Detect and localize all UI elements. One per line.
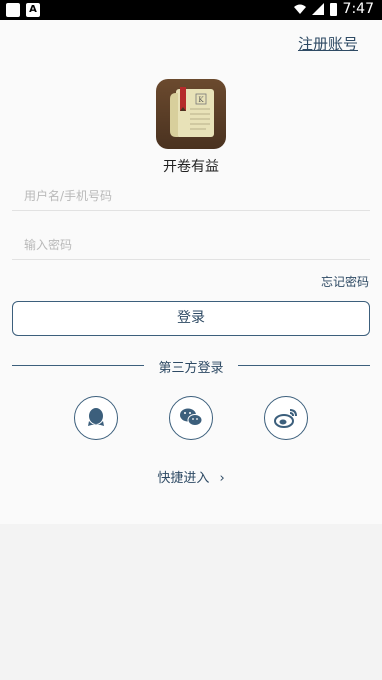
status-bar: A 7:47 [0, 0, 382, 20]
chevron-right-icon: › [219, 471, 225, 486]
third-party-divider: 第三方登录 [12, 357, 370, 376]
status-time: 7:47 [342, 1, 374, 17]
quick-entry-link[interactable]: 快捷进入 › [0, 467, 382, 486]
wechat-icon [180, 408, 203, 426]
app-logo: K [156, 79, 226, 149]
username-input[interactable] [12, 186, 370, 206]
signal-icon [311, 3, 324, 15]
weibo-login-button[interactable] [264, 396, 308, 440]
divider-line-right [238, 365, 370, 366]
wifi-icon [293, 4, 306, 14]
login-button[interactable]: 登录 [12, 301, 370, 336]
status-notifications: A [6, 3, 40, 17]
qq-login-button[interactable] [74, 396, 118, 440]
battery-icon [329, 2, 337, 16]
app-notification-icon: A [26, 3, 40, 17]
qq-icon [88, 408, 104, 426]
weibo-icon [274, 409, 297, 428]
username-underline [12, 210, 370, 211]
quick-entry-label: 快捷进入 [157, 471, 210, 486]
status-indicators: 7:47 [293, 1, 374, 17]
app-name: 开卷有益 [163, 159, 219, 175]
notification-icon [6, 3, 20, 17]
wechat-login-button[interactable] [169, 396, 213, 440]
book-scroll-icon: K [170, 87, 214, 137]
third-party-title: 第三方登录 [158, 361, 224, 376]
register-link[interactable]: 注册账号 [298, 33, 358, 54]
forgot-password-link[interactable]: 忘记密码 [321, 273, 369, 290]
password-underline [12, 259, 370, 260]
password-input[interactable] [12, 235, 370, 255]
svg-text:K: K [198, 96, 204, 104]
